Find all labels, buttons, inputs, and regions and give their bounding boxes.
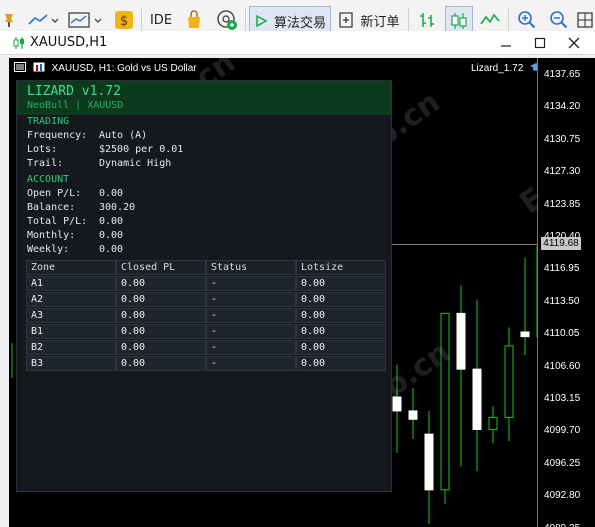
price-axis-tick: 4113.50 bbox=[544, 295, 580, 307]
chart-trade-icon[interactable] bbox=[33, 62, 45, 72]
price-chart[interactable]: XAUUSD, H1: Gold vs US Dollar Lizard_1.7… bbox=[9, 58, 595, 527]
col-header-status: Status bbox=[206, 260, 296, 275]
panel-subtitle: NeoBull | XAUUSD bbox=[27, 100, 124, 111]
price-axis-tick: 4116.95 bbox=[544, 263, 580, 275]
new-order-label: 新订单 bbox=[360, 14, 400, 30]
price-axis-tick: 4106.60 bbox=[544, 360, 581, 372]
col-header-zone: Zone bbox=[26, 260, 116, 275]
table-row: A2 0.00 - 0.00 bbox=[26, 292, 386, 307]
price-axis[interactable]: 4137.654134.204130.754127.304123.854120.… bbox=[537, 58, 595, 527]
panel-title: LIZARD v1.72 bbox=[27, 84, 121, 99]
price-axis-tick: 4130.75 bbox=[544, 133, 581, 145]
account-section-header: ACCOUNT bbox=[27, 174, 70, 185]
line-chart-icon[interactable] bbox=[26, 6, 60, 34]
trail-row: Trail: Dynamic High bbox=[27, 158, 172, 169]
table-row: B3 0.00 - 0.00 bbox=[26, 356, 386, 371]
price-axis-tick: 4089.35 bbox=[544, 523, 580, 527]
play-icon bbox=[256, 14, 268, 28]
dollar-icon[interactable]: $ bbox=[113, 6, 135, 34]
zoom-in-icon[interactable] bbox=[515, 6, 539, 34]
candle bbox=[424, 410, 434, 525]
close-icon[interactable] bbox=[568, 37, 580, 49]
zoom-out-icon[interactable] bbox=[547, 6, 571, 34]
candle bbox=[488, 406, 498, 444]
open-pl-row: Open P/L: 0.00 bbox=[27, 188, 124, 199]
new-order-button[interactable]: 新订单 bbox=[336, 6, 402, 34]
price-axis-tick: 4137.65 bbox=[544, 69, 581, 80]
bar-chart-icon[interactable] bbox=[415, 6, 439, 34]
algo-trading-label: 算法交易 bbox=[273, 15, 326, 31]
price-axis-tick: 4134.20 bbox=[544, 101, 581, 113]
chart-menu-icon[interactable] bbox=[14, 62, 26, 72]
candle bbox=[520, 257, 530, 356]
trading-section-header: TRADING bbox=[27, 116, 70, 127]
price-axis-tick: 4099.70 bbox=[544, 425, 581, 437]
shopping-bag-icon[interactable] bbox=[183, 6, 205, 34]
col-header-closed-pl: Closed PL bbox=[116, 260, 206, 275]
chart-window-titlebar[interactable]: XAUUSD,H1 bbox=[0, 31, 595, 55]
indicator-chart-icon[interactable] bbox=[66, 6, 104, 34]
pin-icon[interactable] bbox=[0, 6, 18, 34]
monthly-row: Monthly: 0.00 bbox=[27, 230, 124, 241]
new-order-icon bbox=[339, 12, 354, 28]
price-axis-tick: 4103.15 bbox=[544, 393, 581, 404]
panel-header: LIZARD v1.72 NeoBull | XAUUSD bbox=[17, 81, 391, 115]
candle bbox=[456, 285, 466, 467]
table-row: B1 0.00 - 0.00 bbox=[26, 324, 386, 339]
current-price-line bbox=[389, 244, 537, 245]
globe-signals-icon[interactable] bbox=[215, 6, 239, 34]
svg-text:$: $ bbox=[120, 14, 128, 29]
price-axis-tick: 4092.80 bbox=[544, 490, 581, 502]
chart-symbol-title: XAUUSD, H1: Gold vs US Dollar bbox=[51, 63, 197, 74]
candle bbox=[472, 299, 482, 472]
chart-header: XAUUSD, H1: Gold vs US Dollar bbox=[14, 62, 197, 74]
col-header-lotsize: Lotsize bbox=[296, 260, 386, 275]
chart-window-title: XAUUSD,H1 bbox=[30, 35, 108, 50]
price-axis-tick: 4127.30 bbox=[544, 166, 581, 178]
grid-icon[interactable] bbox=[575, 6, 595, 34]
balance-row: Balance: 300.20 bbox=[27, 202, 136, 213]
indicator-name: Lizard_1.72 bbox=[471, 63, 524, 74]
table-row: A3 0.00 - 0.00 bbox=[26, 308, 386, 323]
table-row: B2 0.00 - 0.00 bbox=[26, 340, 386, 355]
table-row: A1 0.00 - 0.00 bbox=[26, 276, 386, 291]
price-axis-tick: 4123.85 bbox=[544, 198, 581, 210]
lizard-panel: LIZARD v1.72 NeoBull | XAUUSD TRADING Fr… bbox=[16, 80, 392, 492]
ide-button[interactable]: IDE bbox=[148, 6, 174, 34]
maximize-icon[interactable] bbox=[534, 37, 546, 49]
candle bbox=[504, 327, 514, 442]
current-price-tag: 4119.68 bbox=[541, 237, 581, 250]
indicator-label: Lizard_1.72 bbox=[471, 62, 543, 74]
weekly-row: Weekly: 0.00 bbox=[27, 244, 124, 255]
lots-row: Lots: $2500 per 0.01 bbox=[27, 144, 184, 155]
frequency-row: Frequency: Auto (A) bbox=[27, 130, 148, 141]
price-axis-tick: 4110.05 bbox=[544, 328, 580, 340]
table-header-row: Zone Closed PL Status Lotsize bbox=[26, 260, 386, 275]
line-graph-icon[interactable] bbox=[478, 6, 502, 34]
total-pl-row: Total P/L: 0.00 bbox=[27, 216, 124, 227]
chart-window-icon bbox=[13, 37, 24, 49]
price-axis-tick: 4096.25 bbox=[544, 457, 581, 469]
minimize-icon[interactable] bbox=[500, 37, 512, 49]
